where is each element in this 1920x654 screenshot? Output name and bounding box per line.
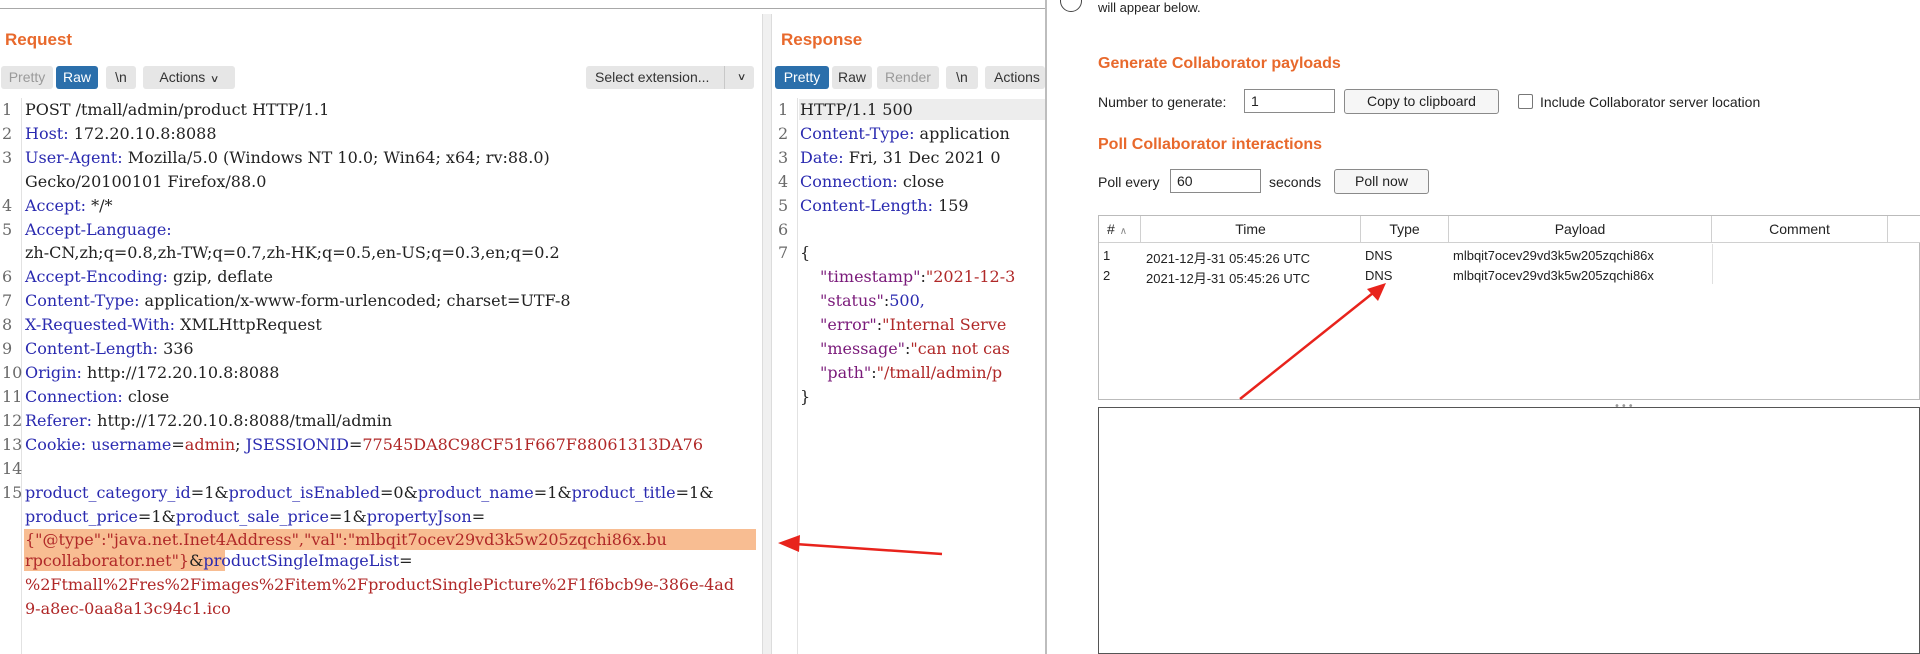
annotation-arrow-dns [1239,283,1386,400]
annotation-arrows [778,283,1386,556]
annotation-arrow-payload [778,535,943,556]
